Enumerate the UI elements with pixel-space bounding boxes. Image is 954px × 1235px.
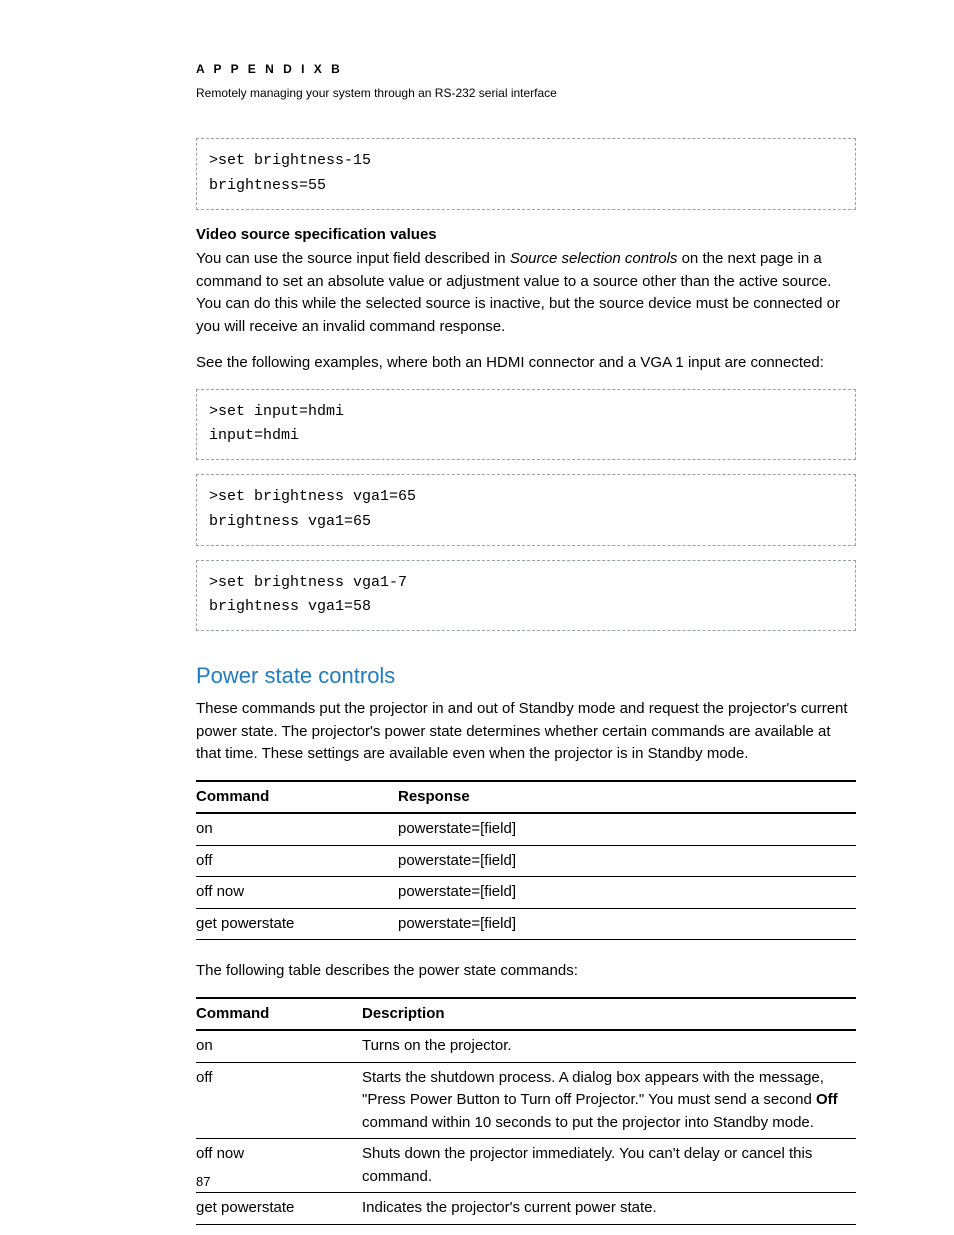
code-block-set-brightness-vga1: >set brightness vga1=65 brightness vga1=… — [196, 474, 856, 546]
text-italic: Source selection controls — [510, 250, 678, 267]
code-block-set-input: >set input=hdmi input=hdmi — [196, 389, 856, 461]
table-row: off powerstate=[field] — [196, 845, 856, 877]
cell-command: off — [196, 845, 398, 877]
table-header-row: Command Description — [196, 998, 856, 1031]
cell-command: get powerstate — [196, 1193, 362, 1225]
code-line: >set brightness-15 — [209, 149, 843, 174]
cell-command: on — [196, 813, 398, 845]
appendix-label: A P P E N D I X B — [196, 60, 856, 78]
th-command: Command — [196, 781, 398, 814]
cell-description: Turns on the projector. — [362, 1030, 856, 1062]
page-subtitle: Remotely managing your system through an… — [196, 84, 856, 102]
cell-command: get powerstate — [196, 908, 398, 940]
text: Starts the shutdown process. A dialog bo… — [362, 1069, 824, 1109]
table-row: off now powerstate=[field] — [196, 877, 856, 909]
code-line: brightness=55 — [209, 174, 843, 199]
table-command-response: Command Response on powerstate=[field] o… — [196, 780, 856, 941]
paragraph: See the following examples, where both a… — [196, 352, 856, 375]
table-row: off Starts the shutdown process. A dialo… — [196, 1062, 856, 1139]
code-block-brightness-adjust: >set brightness-15 brightness=55 — [196, 138, 856, 210]
th-description: Description — [362, 998, 856, 1031]
table-row: get powerstate Indicates the projector's… — [196, 1193, 856, 1225]
heading-video-source-spec: Video source specification values — [196, 224, 856, 247]
th-response: Response — [398, 781, 856, 814]
code-line: brightness vga1=58 — [209, 595, 843, 620]
paragraph: You can use the source input field descr… — [196, 248, 856, 338]
cell-description: Starts the shutdown process. A dialog bo… — [362, 1062, 856, 1139]
cell-response: powerstate=[field] — [398, 813, 856, 845]
cell-command: off now — [196, 877, 398, 909]
cell-response: powerstate=[field] — [398, 845, 856, 877]
cell-command: off — [196, 1062, 362, 1139]
text-bold: Off — [816, 1091, 838, 1108]
table-header-row: Command Response — [196, 781, 856, 814]
cell-response: powerstate=[field] — [398, 908, 856, 940]
th-command: Command — [196, 998, 362, 1031]
cell-command: on — [196, 1030, 362, 1062]
table-row: off now Shuts down the projector immedia… — [196, 1139, 856, 1193]
code-line: >set input=hdmi — [209, 400, 843, 425]
heading-power-state-controls: Power state controls — [196, 659, 856, 692]
text: command within 10 seconds to put the pro… — [362, 1114, 814, 1131]
text: You can use the source input field descr… — [196, 250, 510, 267]
cell-response: powerstate=[field] — [398, 877, 856, 909]
code-line: input=hdmi — [209, 424, 843, 449]
document-page: A P P E N D I X B Remotely managing your… — [0, 0, 954, 1235]
cell-command: off now — [196, 1139, 362, 1193]
table-row: on Turns on the projector. — [196, 1030, 856, 1062]
code-line: >set brightness vga1-7 — [209, 571, 843, 596]
code-line: >set brightness vga1=65 — [209, 485, 843, 510]
code-block-set-brightness-vga1-decrement: >set brightness vga1-7 brightness vga1=5… — [196, 560, 856, 632]
code-line: brightness vga1=65 — [209, 510, 843, 535]
cell-description: Shuts down the projector immediately. Yo… — [362, 1139, 856, 1193]
paragraph: The following table describes the power … — [196, 960, 856, 983]
cell-description: Indicates the projector's current power … — [362, 1193, 856, 1225]
table-command-description: Command Description on Turns on the proj… — [196, 997, 856, 1225]
table-row: get powerstate powerstate=[field] — [196, 908, 856, 940]
paragraph: These commands put the projector in and … — [196, 698, 856, 766]
table-row: on powerstate=[field] — [196, 813, 856, 845]
page-number: 87 — [196, 1172, 210, 1192]
